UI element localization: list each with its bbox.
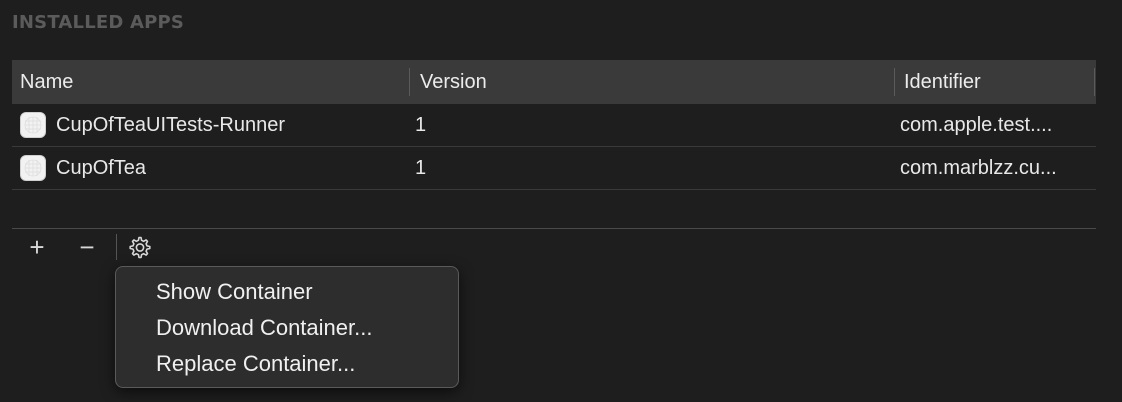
gear-context-menu: Show Container Download Container... Rep… bbox=[115, 266, 459, 388]
app-icon bbox=[20, 155, 46, 181]
section-title: INSTALLED APPS bbox=[12, 12, 185, 33]
menu-item-show-container[interactable]: Show Container bbox=[156, 275, 313, 309]
table-row[interactable]: CupOfTea 1 com.marblzz.cu... bbox=[12, 147, 1096, 190]
menu-item-replace-container[interactable]: Replace Container... bbox=[156, 347, 355, 381]
table-bottom-divider bbox=[12, 228, 1096, 229]
table-header: Name Version Identifier bbox=[12, 60, 1096, 104]
app-identifier: com.marblzz.cu... bbox=[900, 157, 1057, 179]
installed-apps-panel: INSTALLED APPS Name Version Identifier C… bbox=[0, 0, 1122, 402]
menu-item-download-container[interactable]: Download Container... bbox=[156, 311, 372, 345]
toolbar-divider bbox=[116, 234, 117, 260]
app-icon bbox=[20, 112, 46, 138]
app-name: CupOfTea bbox=[56, 157, 147, 179]
installed-apps-table: Name Version Identifier CupOfTeaUITests-… bbox=[12, 60, 1096, 190]
column-header-name[interactable]: Name bbox=[20, 60, 73, 104]
remove-app-button[interactable]: − bbox=[72, 232, 102, 262]
app-identifier: com.apple.test.... bbox=[900, 114, 1053, 136]
add-app-button[interactable]: + bbox=[22, 232, 52, 262]
gear-icon[interactable] bbox=[124, 232, 154, 262]
column-header-identifier[interactable]: Identifier bbox=[904, 60, 981, 104]
table-row[interactable]: CupOfTeaUITests-Runner 1 com.apple.test.… bbox=[12, 104, 1096, 147]
column-divider[interactable] bbox=[409, 68, 410, 96]
column-divider[interactable] bbox=[1094, 68, 1095, 96]
column-header-version[interactable]: Version bbox=[420, 60, 487, 104]
app-version: 1 bbox=[415, 114, 427, 136]
app-version: 1 bbox=[415, 157, 427, 179]
app-name: CupOfTeaUITests-Runner bbox=[56, 114, 285, 136]
column-divider[interactable] bbox=[894, 68, 895, 96]
